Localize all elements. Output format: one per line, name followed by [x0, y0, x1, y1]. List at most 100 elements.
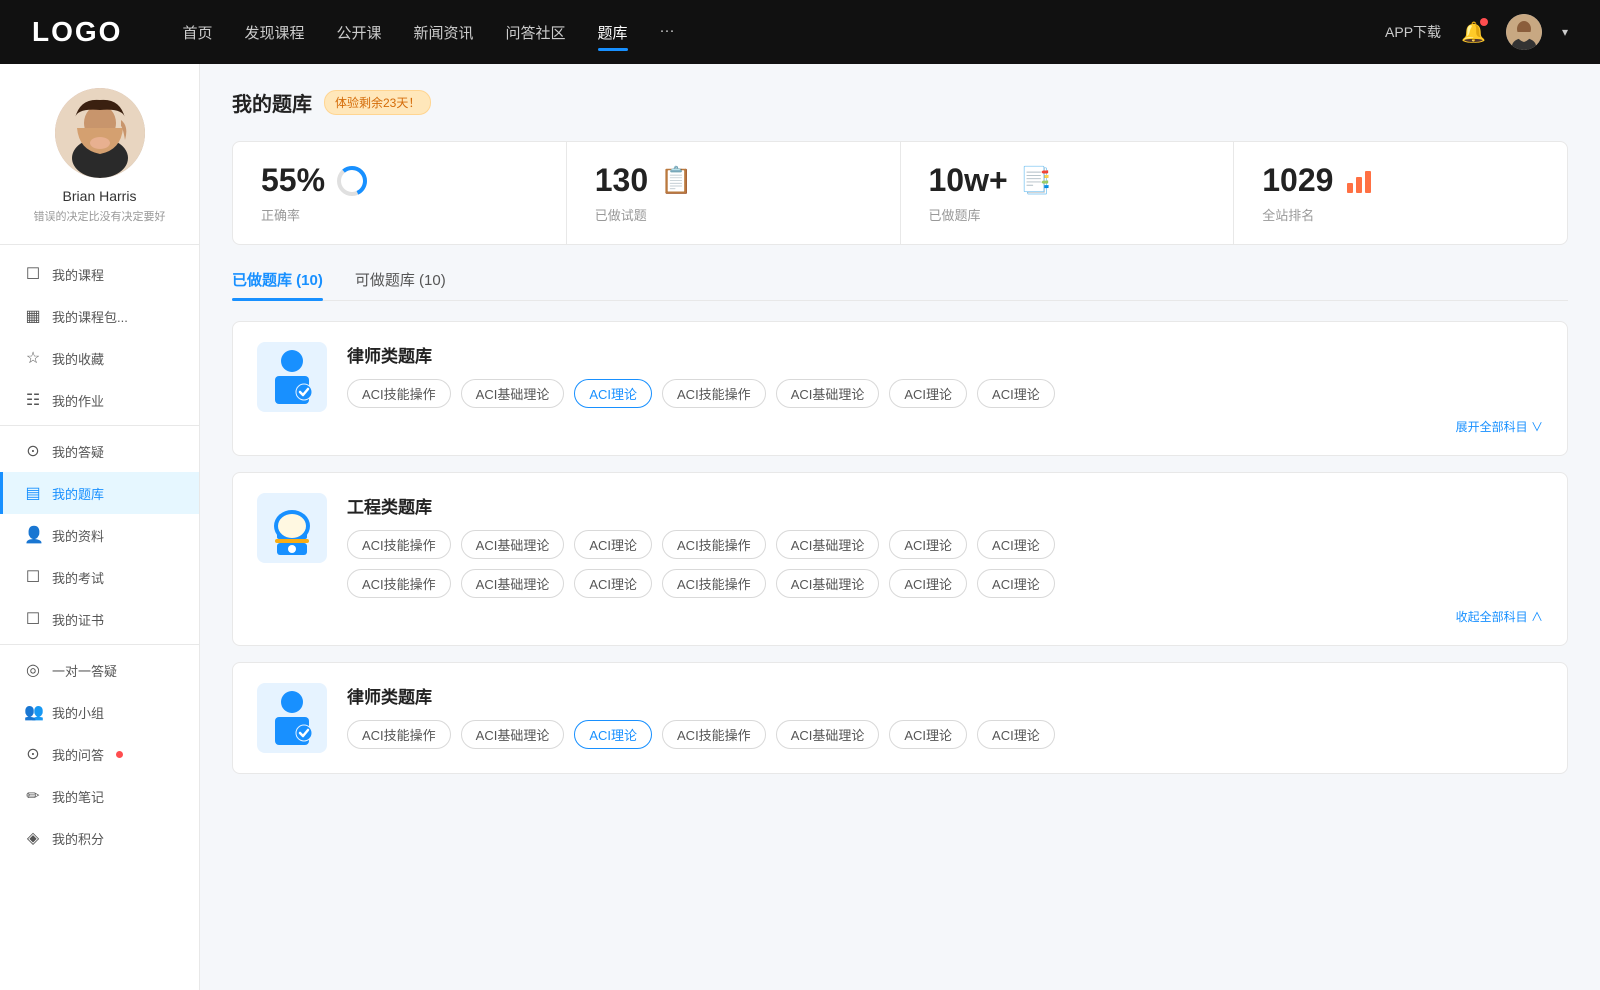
bank-card-icon-lawyer-2 — [257, 683, 327, 753]
bank-icon: ▤ — [24, 483, 42, 503]
sidebar-item-label: 我的问答 — [52, 745, 104, 764]
tag-eng-2-4[interactable]: ACI技能操作 — [662, 569, 766, 598]
tag-eng-2-1[interactable]: ACI技能操作 — [347, 569, 451, 598]
bank-card-title-engineering: 工程类题库 — [347, 493, 1543, 518]
list-icon: 📑 — [1020, 165, 1052, 196]
tag-eng-1-4[interactable]: ACI技能操作 — [662, 530, 766, 559]
sidebar-item-profile[interactable]: 👤 我的资料 — [0, 514, 199, 556]
bank-card-content-lawyer-2: 律师类题库 ACI技能操作 ACI基础理论 ACI理论 ACI技能操作 ACI基… — [347, 683, 1543, 749]
tag-eng-2-5[interactable]: ACI基础理论 — [776, 569, 880, 598]
tab-done-banks[interactable]: 已做题库 (10) — [232, 269, 323, 300]
tag-lawyer-1-1[interactable]: ACI技能操作 — [347, 379, 451, 408]
stat-rank: 1029 全站排名 — [1234, 142, 1567, 244]
tag-eng-1-5[interactable]: ACI基础理论 — [776, 530, 880, 559]
sidebar-item-label: 我的答疑 — [52, 442, 104, 461]
stat-done-banks-label: 已做题库 — [929, 205, 1206, 224]
tab-available-banks[interactable]: 可做题库 (10) — [355, 269, 446, 300]
tag-eng-1-1[interactable]: ACI技能操作 — [347, 530, 451, 559]
notification-dot — [1480, 18, 1488, 26]
questions-icon: ⊙ — [24, 744, 42, 764]
nav-menu: 首页 发现课程 公开课 新闻资讯 问答社区 题库 ··· — [182, 18, 1385, 47]
nav-home[interactable]: 首页 — [182, 18, 212, 47]
sidebar-item-label: 我的证书 — [52, 610, 104, 629]
nav-qa[interactable]: 问答社区 — [506, 18, 566, 47]
avatar-image — [1506, 14, 1542, 50]
app-download-button[interactable]: APP下载 — [1385, 22, 1441, 42]
tag-lawyer-2-3[interactable]: ACI理论 — [574, 720, 652, 749]
tag-eng-2-2[interactable]: ACI基础理论 — [461, 569, 565, 598]
tag-eng-2-6[interactable]: ACI理论 — [889, 569, 967, 598]
sidebar: Brian Harris 错误的决定比没有决定要好 ☐ 我的课程 ▦ 我的课程包… — [0, 64, 200, 990]
tag-lawyer-2-2[interactable]: ACI基础理论 — [461, 720, 565, 749]
tag-lawyer-2-5[interactable]: ACI基础理论 — [776, 720, 880, 749]
nav-opencourse[interactable]: 公开课 — [336, 18, 381, 47]
sidebar-item-label: 一对一答疑 — [52, 661, 117, 680]
notes-icon: ✏ — [24, 786, 42, 806]
nav-bank[interactable]: 题库 — [598, 18, 628, 47]
sidebar-divider-1 — [0, 425, 199, 426]
nav-discover[interactable]: 发现课程 — [244, 18, 304, 47]
sidebar-item-points[interactable]: ◈ 我的积分 — [0, 817, 199, 859]
sidebar-item-groups[interactable]: 👥 我的小组 — [0, 691, 199, 733]
packages-icon: ▦ — [24, 306, 42, 326]
sidebar-item-courses[interactable]: ☐ 我的课程 — [0, 253, 199, 295]
sidebar-item-label: 我的题库 — [52, 484, 104, 503]
tag-lawyer-1-4[interactable]: ACI技能操作 — [662, 379, 766, 408]
sidebar-item-certificate[interactable]: ☐ 我的证书 — [0, 598, 199, 640]
bank-card-lawyer-1: 律师类题库 ACI技能操作 ACI基础理论 ACI理论 ACI技能操作 ACI基… — [232, 321, 1568, 456]
bank-card-icon-lawyer-1 — [257, 342, 327, 412]
tag-lawyer-2-7[interactable]: ACI理论 — [977, 720, 1055, 749]
sidebar-item-exam[interactable]: ☐ 我的考试 — [0, 556, 199, 598]
sidebar-item-course-packages[interactable]: ▦ 我的课程包... — [0, 295, 199, 337]
notification-bell[interactable]: 🔔 — [1461, 20, 1486, 45]
stat-done-banks: 10w+ 📑 已做题库 — [901, 142, 1235, 244]
bank-card-expand-lawyer-1[interactable]: 展开全部科目 ∨ — [347, 418, 1543, 435]
tag-lawyer-1-5[interactable]: ACI基础理论 — [776, 379, 880, 408]
tag-eng-1-6[interactable]: ACI理论 — [889, 530, 967, 559]
stat-done-banks-top: 10w+ 📑 — [929, 162, 1206, 199]
tag-eng-1-2[interactable]: ACI基础理论 — [461, 530, 565, 559]
sidebar-item-bank[interactable]: ▤ 我的题库 — [0, 472, 199, 514]
bank-card-expand-engineering[interactable]: 收起全部科目 ∧ — [347, 608, 1543, 625]
tag-lawyer-2-4[interactable]: ACI技能操作 — [662, 720, 766, 749]
sidebar-username: Brian Harris — [63, 188, 137, 204]
bank-card-content-lawyer-1: 律师类题库 ACI技能操作 ACI基础理论 ACI理论 ACI技能操作 ACI基… — [347, 342, 1543, 435]
helmet-engineering-icon — [267, 501, 317, 556]
sidebar-item-notes[interactable]: ✏ 我的笔记 — [0, 775, 199, 817]
tag-eng-2-3[interactable]: ACI理论 — [574, 569, 652, 598]
certificate-icon: ☐ — [24, 609, 42, 629]
tag-lawyer-1-6[interactable]: ACI理论 — [889, 379, 967, 408]
nav-more[interactable]: ··· — [660, 18, 675, 47]
profile-icon: 👤 — [24, 525, 42, 545]
sidebar-item-label: 我的作业 — [52, 391, 104, 410]
sidebar-divider-2 — [0, 644, 199, 645]
stat-rank-label: 全站排名 — [1262, 205, 1539, 224]
sidebar-item-favorites[interactable]: ☆ 我的收藏 — [0, 337, 199, 379]
trial-badge: 体验剩余23天！ — [324, 90, 431, 115]
sidebar-avatar[interactable] — [55, 88, 145, 178]
tag-lawyer-2-1[interactable]: ACI技能操作 — [347, 720, 451, 749]
sidebar-item-tutoring[interactable]: ◎ 一对一答疑 — [0, 649, 199, 691]
tag-lawyer-1-2[interactable]: ACI基础理论 — [461, 379, 565, 408]
tag-lawyer-1-7[interactable]: ACI理论 — [977, 379, 1055, 408]
page-title: 我的题库 — [232, 88, 312, 117]
tag-eng-1-7[interactable]: ACI理论 — [977, 530, 1055, 559]
nav-news[interactable]: 新闻资讯 — [414, 18, 474, 47]
bank-card-title-lawyer-1: 律师类题库 — [347, 342, 1543, 367]
sidebar-item-qa[interactable]: ⊙ 我的答疑 — [0, 430, 199, 472]
tag-lawyer-1-3[interactable]: ACI理论 — [574, 379, 652, 408]
profile-dropdown-arrow[interactable]: ▾ — [1562, 25, 1568, 39]
stat-rank-value: 1029 — [1262, 162, 1333, 199]
stat-accuracy-value: 55% — [261, 162, 325, 199]
tag-eng-2-7[interactable]: ACI理论 — [977, 569, 1055, 598]
bank-card-icon-engineering — [257, 493, 327, 563]
doc-icon: 📋 — [660, 165, 692, 196]
sidebar-item-questions[interactable]: ⊙ 我的问答 — [0, 733, 199, 775]
tag-eng-1-3[interactable]: ACI理论 — [574, 530, 652, 559]
sidebar-item-homework[interactable]: ☷ 我的作业 — [0, 379, 199, 421]
stat-accuracy: 55% 正确率 — [233, 142, 567, 244]
tag-lawyer-2-6[interactable]: ACI理论 — [889, 720, 967, 749]
sidebar-item-label: 我的资料 — [52, 526, 104, 545]
avatar[interactable] — [1506, 14, 1542, 50]
bank-card-tags-lawyer-2: ACI技能操作 ACI基础理论 ACI理论 ACI技能操作 ACI基础理论 AC… — [347, 720, 1543, 749]
